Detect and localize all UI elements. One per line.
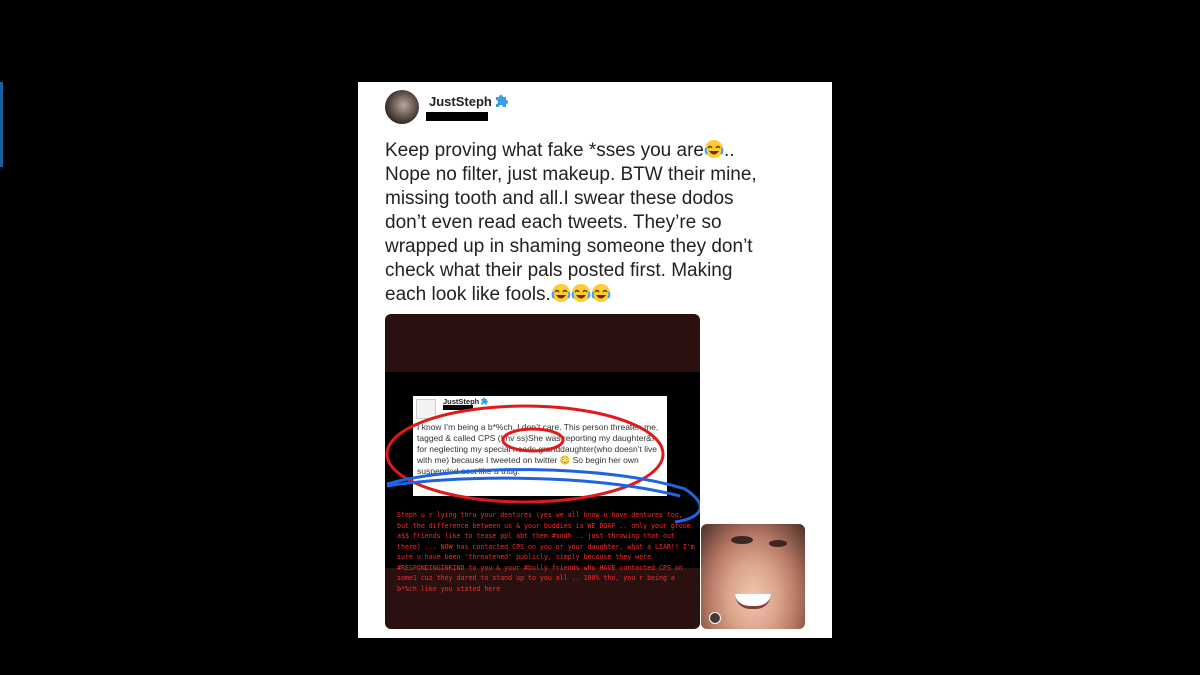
tweet-line: Nope no filter, just makeup. BTW their m… bbox=[385, 164, 757, 185]
laughing-emoji-icon bbox=[704, 140, 724, 158]
embedded-tweet-text: I know I’m being a b*%ch, I don’t care. … bbox=[417, 422, 659, 476]
attached-photo-face[interactable] bbox=[701, 524, 805, 629]
username[interactable]: JustSteph bbox=[429, 92, 510, 109]
embedded-tweet: JustSteph I know I’m being a b*%ch, I do… bbox=[413, 396, 667, 496]
tweet-text: Keep proving what fake *sses you are.. N… bbox=[385, 139, 825, 307]
tweet-line: missing tooth and all.I swear these dodo… bbox=[385, 188, 734, 209]
tweet-card: JustSteph Keep proving what fake *sses y… bbox=[358, 82, 832, 638]
avatar[interactable] bbox=[385, 90, 419, 124]
username-label: JustSteph bbox=[429, 94, 492, 109]
tweet-line: don’t even read each tweets. They’re so bbox=[385, 212, 722, 233]
face-eye bbox=[769, 540, 787, 547]
puzzle-piece-icon bbox=[481, 397, 489, 405]
redacted-handle bbox=[426, 112, 488, 121]
puzzle-piece-icon bbox=[495, 95, 508, 107]
embedded-redacted-handle bbox=[443, 405, 473, 410]
laughing-emoji-icon bbox=[551, 284, 571, 302]
red-overlay-text: Steph u r lying thru your dentures (yes … bbox=[397, 511, 695, 593]
attached-image-screenshot[interactable]: JustSteph I know I’m being a b*%ch, I do… bbox=[385, 314, 700, 629]
embedded-avatar bbox=[416, 399, 436, 419]
tweet-line: Keep proving what fake *sses you are.. bbox=[385, 140, 735, 161]
tweet-line: check what their pals posted first. Maki… bbox=[385, 260, 733, 281]
face-smile bbox=[735, 594, 771, 609]
face-eye bbox=[731, 536, 753, 544]
laughing-emoji-icon bbox=[591, 284, 611, 302]
laughing-emoji-icon bbox=[571, 284, 591, 302]
media-indicator-icon bbox=[709, 612, 721, 624]
left-edge-strip bbox=[0, 82, 3, 167]
tweet-line: each look like fools. bbox=[385, 283, 825, 307]
tweet-line: wrapped up in shaming someone they don’t bbox=[385, 236, 753, 257]
